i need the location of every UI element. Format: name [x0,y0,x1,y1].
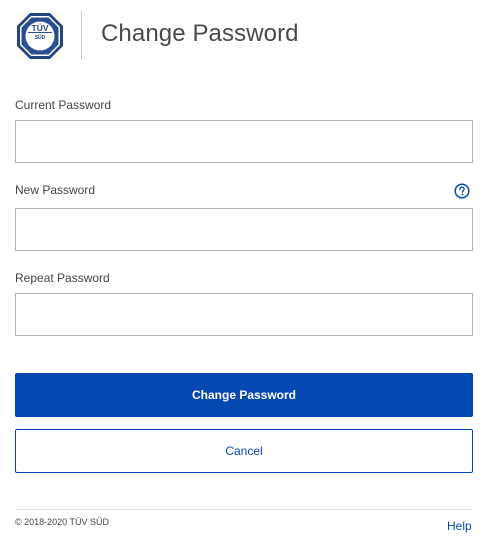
new-password-input[interactable] [15,208,473,251]
footer-divider [15,509,473,510]
question-circle-icon[interactable] [454,183,470,199]
cancel-button[interactable]: Cancel [15,429,473,473]
logo-text-top: TÜV [32,23,49,33]
repeat-password-input[interactable] [15,293,473,336]
new-password-label: New Password [15,183,96,197]
current-password-input[interactable] [15,120,473,163]
logo-text-bottom: SÜD [35,34,46,41]
copyright-text: © 2018-2020 TÜV SÜD [15,517,110,527]
repeat-password-label: Repeat Password [15,271,110,285]
current-password-label: Current Password [15,98,112,112]
page-title: Change Password [101,20,299,47]
header-divider [81,11,82,60]
page-header: TÜV SÜD Change Password [0,0,485,70]
change-password-button[interactable]: Change Password [15,373,473,417]
help-link[interactable]: Help [447,518,472,534]
tuv-sud-logo: TÜV SÜD [17,13,63,59]
